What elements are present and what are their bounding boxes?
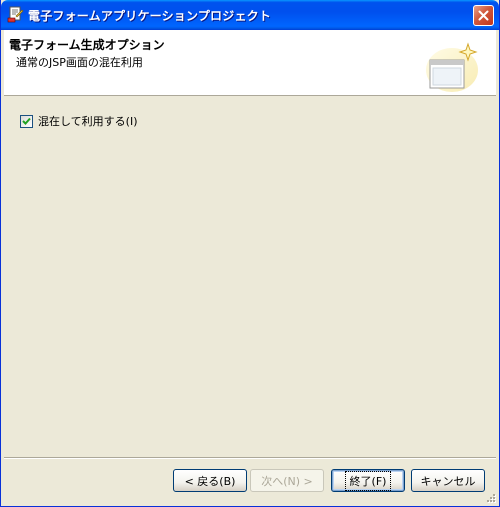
checkmark-icon bbox=[22, 117, 31, 125]
cancel-button[interactable]: キャンセル bbox=[411, 469, 485, 492]
app-icon bbox=[7, 6, 24, 23]
back-button-label: < 戻る(B) bbox=[184, 474, 236, 488]
button-separator bbox=[4, 457, 496, 459]
resize-grip-icon[interactable] bbox=[485, 492, 497, 504]
window-title: 電子フォームアプリケーションプロジェクト bbox=[28, 9, 272, 23]
close-button[interactable] bbox=[473, 5, 494, 26]
cancel-button-label: キャンセル bbox=[420, 474, 476, 488]
finish-button[interactable]: 終了(F) bbox=[331, 469, 405, 492]
mixed-use-option[interactable]: 混在して利用する(I) bbox=[20, 114, 138, 128]
page-title: 電子フォーム生成オプション bbox=[9, 38, 165, 52]
page-description: 通常のJSP画面の混在利用 bbox=[16, 56, 143, 69]
close-icon bbox=[478, 10, 489, 21]
mixed-use-checkbox[interactable] bbox=[20, 114, 33, 128]
title-bar[interactable]: 電子フォームアプリケーションプロジェクト bbox=[1, 0, 499, 30]
mixed-use-label[interactable]: 混在して利用する(I) bbox=[38, 113, 138, 129]
wizard-header: 電子フォーム生成オプション 通常のJSP画面の混在利用 bbox=[4, 30, 496, 96]
back-button[interactable]: < 戻る(B) bbox=[173, 469, 247, 492]
finish-button-label: 終了(F) bbox=[344, 470, 392, 491]
wizard-window-icon bbox=[426, 42, 478, 92]
next-button-label: 次へ(N) > bbox=[261, 474, 313, 488]
next-button[interactable]: 次へ(N) > bbox=[250, 469, 324, 492]
dialog-window: 電子フォームアプリケーションプロジェクト 電子フォーム生成オプション 通常のJS… bbox=[0, 0, 500, 507]
